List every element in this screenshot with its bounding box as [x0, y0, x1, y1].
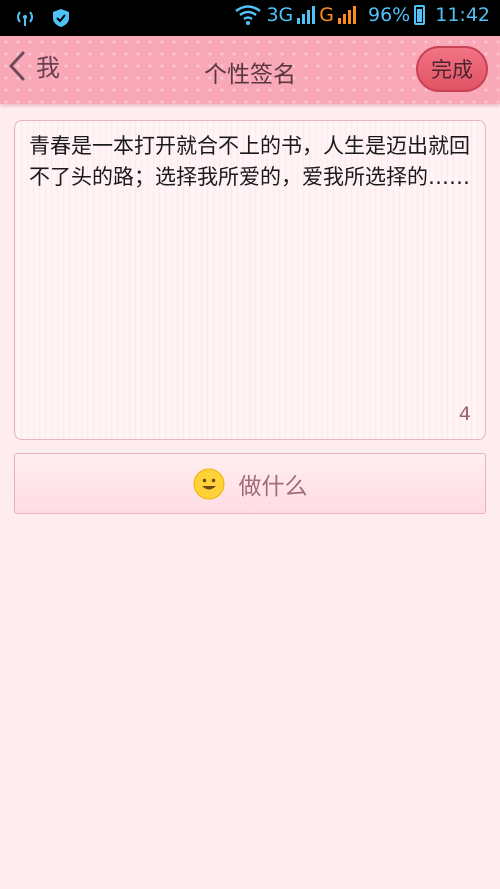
character-counter: 4 [458, 403, 471, 425]
status-button[interactable]: 做什么 [14, 453, 486, 514]
status-button-label: 做什么 [238, 473, 308, 500]
smiley-icon [193, 468, 224, 499]
signal-g-icon [338, 6, 356, 24]
done-button[interactable]: 完成 [416, 46, 488, 92]
network-g-label: G [319, 4, 334, 26]
clock: 11:42 [435, 4, 490, 26]
battery-percent: 96% [368, 4, 411, 26]
signal-3g-icon [297, 6, 316, 24]
signature-textarea[interactable]: 青春是一本打开就合不上的书，人生是迈出就回不了头的路；选择我所爱的，爱我所选择的… [14, 120, 486, 440]
shield-icon [53, 9, 69, 27]
signature-text[interactable]: 青春是一本打开就合不上的书，人生是迈出就回不了头的路；选择我所爱的，爱我所选择的… [29, 131, 471, 193]
battery-icon [414, 5, 426, 25]
status-bar-left [14, 8, 70, 28]
status-bar-right: 3G G 96% 11:42 [234, 4, 490, 26]
network-3g-label: 3G [266, 4, 294, 26]
status-bar: 3G G 96% 11:42 [0, 0, 500, 36]
header-bar: 我 个性签名 完成 [0, 36, 500, 104]
wireless-broadcast-icon [17, 11, 33, 26]
wifi-icon [235, 5, 262, 25]
